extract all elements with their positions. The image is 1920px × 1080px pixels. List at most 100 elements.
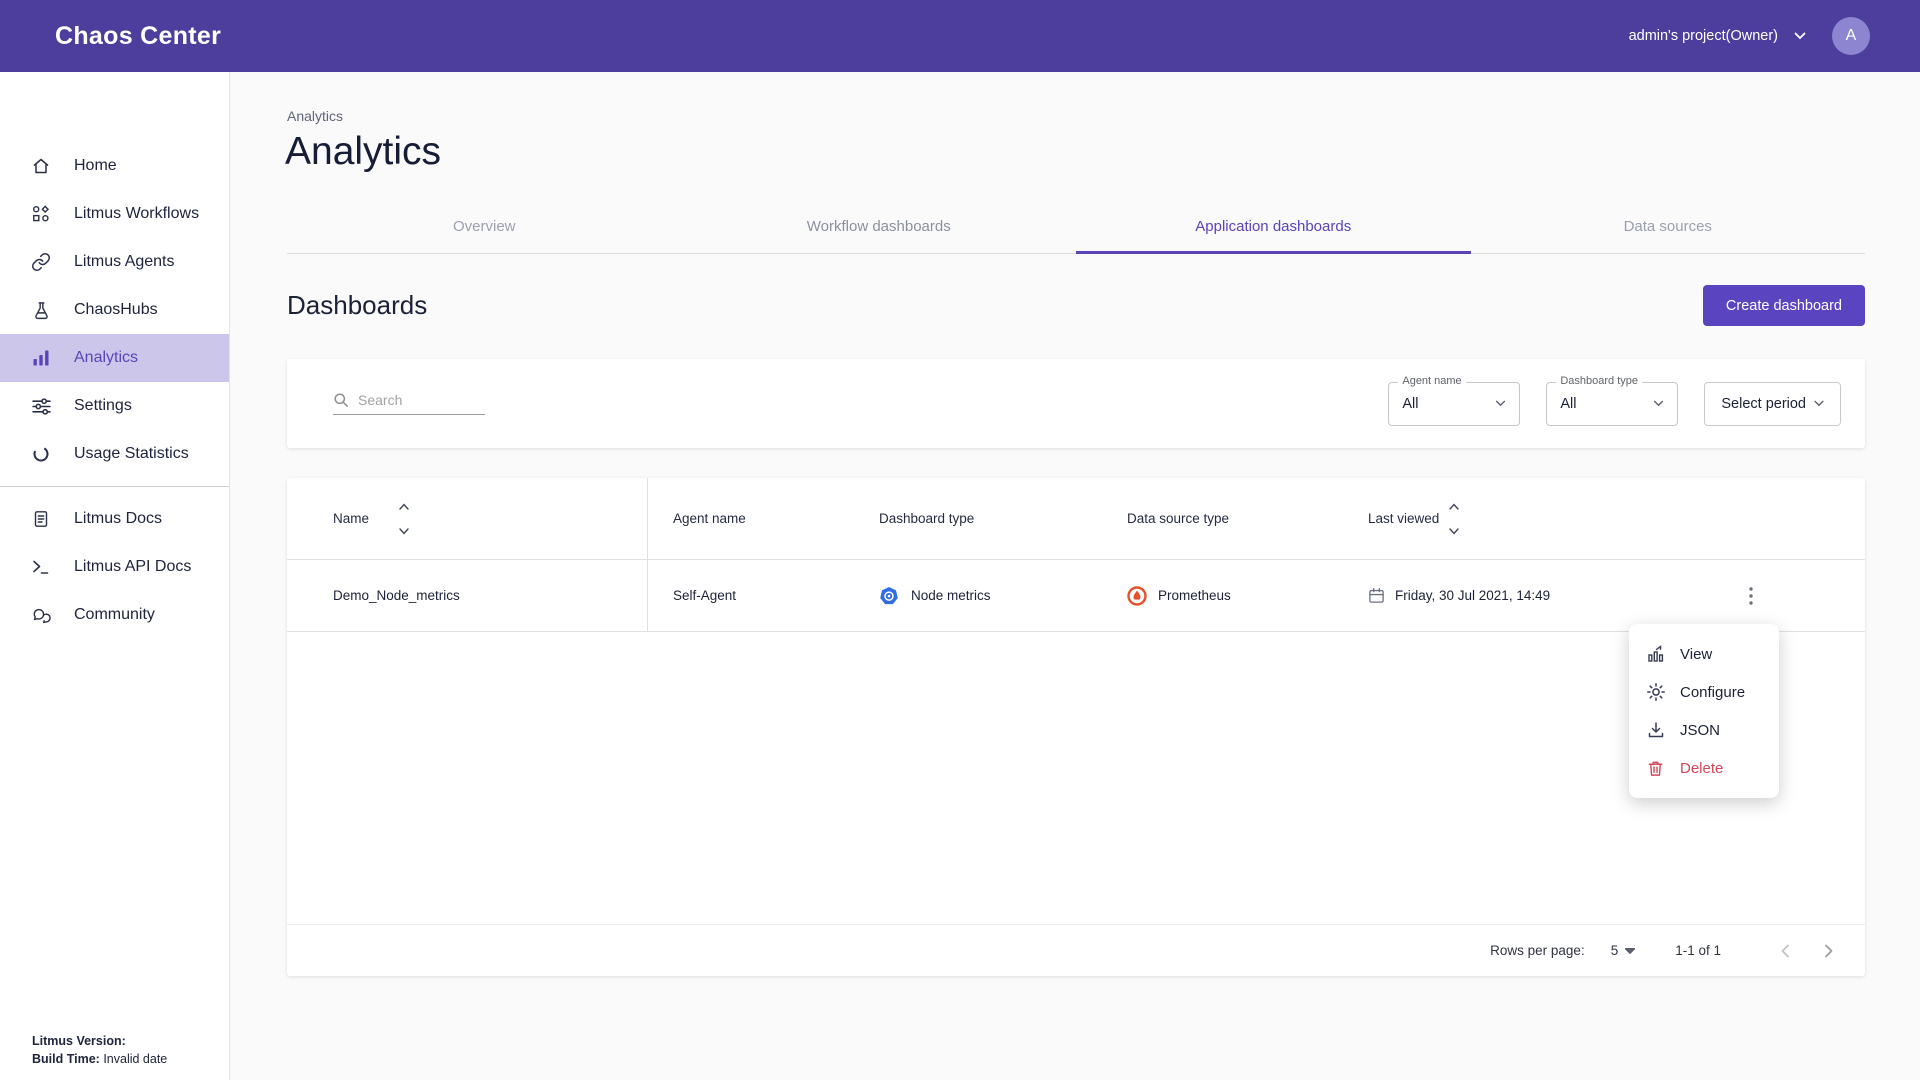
build-time-label: Build Time: [32,1052,100,1066]
sidebar-item-chaoshubs[interactable]: ChaosHubs [0,286,229,334]
column-label: Name [333,511,369,526]
menu-item-delete[interactable]: Delete [1629,749,1779,787]
sort-control-name [399,499,409,539]
filter-controls: Agent name All Dashboard type All Select… [1388,382,1841,426]
sidebar-item-litmus-workflows[interactable]: Litmus Workflows [0,190,229,238]
agent-name-select[interactable]: Agent name All [1388,382,1520,426]
tab-bar: Overview Workflow dashboards Application… [287,200,1865,254]
menu-item-label: Delete [1680,760,1723,777]
sort-asc-icon[interactable] [399,503,409,510]
gear-icon [1646,683,1665,702]
column-header-name: Name [287,478,648,559]
sidebar-item-settings[interactable]: Settings [0,382,229,430]
chevron-down-icon [1814,400,1824,407]
chevron-down-icon [1495,400,1506,407]
main-content: Analytics Analytics Overview Workflow da… [230,72,1920,1080]
sidebar-item-community[interactable]: Community [0,591,229,639]
select-period-label: Select period [1721,396,1806,412]
prometheus-icon [1127,586,1147,606]
sidebar: Home Litmus Workflows Litmus Agents Chao… [0,72,230,1080]
rows-per-page-label: Rows per page: [1490,943,1585,958]
cell-last-viewed: Friday, 30 Jul 2021, 14:49 [1368,587,1698,604]
sidebar-item-label: Analytics [74,349,138,367]
section-header: Dashboards Create dashboard [287,285,1865,326]
select-period-button[interactable]: Select period [1704,382,1841,426]
sidebar-item-litmus-api-docs[interactable]: Litmus API Docs [0,543,229,591]
column-header-dashboard-type: Dashboard type [879,511,1127,526]
previous-page-icon[interactable] [1769,935,1801,967]
avatar-letter: A [1846,27,1857,45]
menu-item-label: Configure [1680,684,1745,701]
node-metrics-icon [879,586,899,606]
sort-desc-icon[interactable] [399,528,409,535]
sidebar-item-home[interactable]: Home [0,142,229,190]
sidebar-item-label: Usage Statistics [74,445,189,463]
chaoshubs-icon [30,299,52,321]
tab-overview[interactable]: Overview [287,200,682,253]
cell-actions [1698,582,1865,610]
search-icon [333,392,349,408]
cell-data-source-type: Prometheus [1127,586,1368,606]
dashboard-type-select[interactable]: Dashboard type All [1546,382,1678,426]
column-header-data-source-type: Data source type [1127,511,1368,526]
cell-name: Demo_Node_metrics [287,560,648,631]
sidebar-item-label: Home [74,157,117,175]
table-row[interactable]: Demo_Node_metrics Self-Agent Node metric… [287,560,1865,632]
column-header-agent-name: Agent name [648,511,879,526]
cell-dashboard-type: Node metrics [879,586,1127,606]
menu-item-label: View [1680,646,1712,663]
build-time-value: Invalid date [103,1052,167,1066]
pagination-range: 1-1 of 1 [1675,943,1721,958]
sidebar-item-label: Litmus API Docs [74,558,191,576]
usage-statistics-icon [30,443,52,465]
search-input[interactable] [358,392,468,408]
menu-item-configure[interactable]: Configure [1629,673,1779,711]
sort-desc-icon[interactable] [1449,528,1459,535]
workflows-icon [30,203,52,225]
menu-item-view[interactable]: View [1629,635,1779,673]
tab-application-dashboards[interactable]: Application dashboards [1076,200,1471,253]
analytics-icon [30,347,52,369]
sort-asc-icon[interactable] [1449,503,1459,510]
filter-bar: Agent name All Dashboard type All Select… [287,359,1865,448]
agents-icon [30,251,52,273]
sidebar-item-label: Litmus Docs [74,510,162,528]
cell-last-viewed-label: Friday, 30 Jul 2021, 14:49 [1395,588,1550,603]
section-heading: Dashboards [287,290,427,321]
chevron-down-icon [1653,400,1664,407]
sidebar-item-analytics[interactable]: Analytics [0,334,229,382]
download-icon [1646,721,1665,740]
next-page-icon[interactable] [1813,935,1845,967]
table-header-row: Name Agent name Dashboard type Data sour… [287,478,1865,560]
row-options-kebab-icon[interactable] [1737,582,1765,610]
rows-per-page-value: 5 [1611,943,1619,958]
sidebar-item-litmus-agents[interactable]: Litmus Agents [0,238,229,286]
sort-control-last-viewed [1449,499,1459,539]
sidebar-item-label: Settings [74,397,132,415]
avatar[interactable]: A [1832,17,1870,55]
trash-icon [1646,759,1665,778]
create-dashboard-button[interactable]: Create dashboard [1703,285,1865,326]
breadcrumb: Analytics [287,108,343,124]
agent-name-select-label: Agent name [1398,375,1465,387]
project-selector[interactable]: admin's project(Owner) [1629,28,1806,44]
topbar-right: admin's project(Owner) A [1629,17,1870,55]
menu-item-json[interactable]: JSON [1629,711,1779,749]
home-icon [30,155,52,177]
api-docs-icon [30,556,52,578]
column-header-last-viewed: Last viewed [1368,499,1698,539]
app-title: Chaos Center [55,22,221,51]
menu-item-label: JSON [1680,722,1720,739]
sidebar-item-litmus-docs[interactable]: Litmus Docs [0,495,229,543]
version-info: Litmus Version: Build Time: Invalid date [32,1032,167,1068]
row-options-menu: View Configure JSON Delete [1629,624,1779,798]
sidebar-item-label: Community [74,606,155,624]
sidebar-item-label: ChaosHubs [74,301,158,319]
sidebar-item-usage-statistics[interactable]: Usage Statistics [0,430,229,478]
cell-dashboard-type-label: Node metrics [911,588,991,603]
tab-data-sources[interactable]: Data sources [1471,200,1866,253]
rows-per-page-select[interactable]: 5 [1611,943,1636,958]
page-title: Analytics [285,130,441,174]
tab-workflow-dashboards[interactable]: Workflow dashboards [682,200,1077,253]
cell-data-source-label: Prometheus [1158,588,1231,603]
